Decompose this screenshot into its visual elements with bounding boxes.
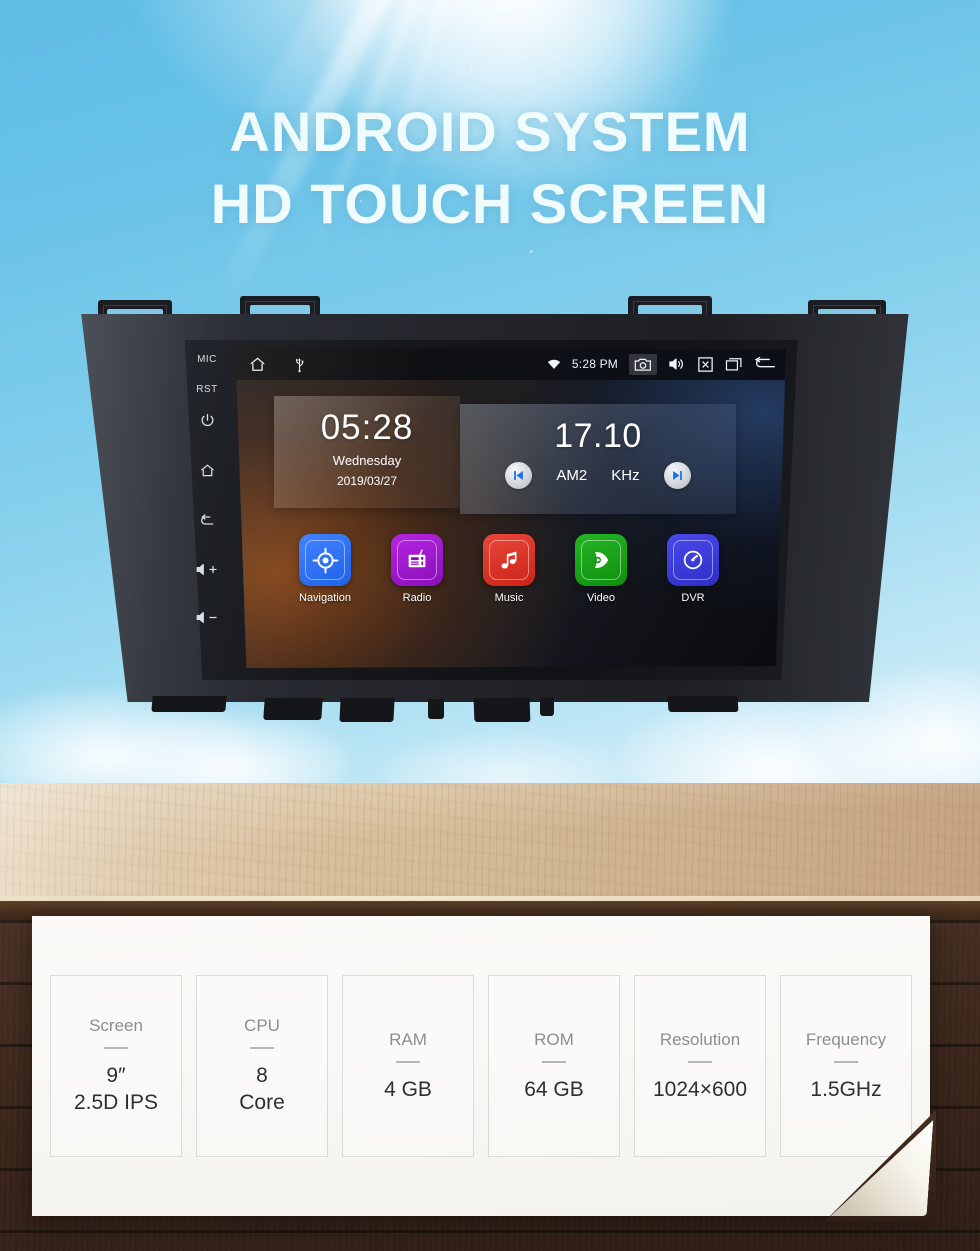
radio-glyph — [408, 549, 426, 568]
close-icon[interactable] — [697, 356, 714, 373]
spec-card-screen: Screen 9″ 2.5D IPS — [50, 975, 182, 1157]
app-video[interactable]: Video — [573, 534, 629, 604]
android-status-bar: 5:28 PM — [235, 348, 786, 380]
next-track-button[interactable] — [663, 462, 691, 489]
mounting-tab — [428, 699, 444, 719]
side-key-volume-up[interactable] — [184, 562, 230, 577]
app-label: Video — [587, 592, 615, 604]
cloud — [380, 735, 630, 790]
headline-line-1: ANDROID SYSTEM — [229, 100, 751, 163]
spec-divider — [542, 1060, 566, 1063]
spec-value: 9″ 2.5D IPS — [73, 1064, 159, 1114]
spec-value: 8 Core — [239, 1064, 285, 1114]
spec-list: Screen 9″ 2.5D IPS CPU 8 Core RAM 4 GB ROM… — [32, 916, 930, 1216]
side-key-power[interactable] — [184, 412, 230, 429]
app-dvr[interactable]: DVR — [665, 534, 721, 604]
mounting-tab — [540, 698, 554, 716]
spec-label: ROM — [534, 1029, 574, 1049]
wooden-shelf — [0, 783, 980, 920]
spec-card-ram: RAM 4 GB — [342, 975, 474, 1157]
side-key-reset[interactable]: RST — [184, 384, 230, 395]
radio-band: AM2 — [556, 467, 588, 484]
volume-down-icon — [196, 611, 217, 624]
spec-divider — [250, 1047, 274, 1049]
spec-divider — [688, 1060, 712, 1063]
app-label: Navigation — [299, 592, 351, 604]
spec-card-rom: ROM 64 GB — [488, 975, 620, 1157]
headline-line-2: HD TOUCH SCREEN — [210, 172, 770, 235]
radio-frequency: 17.10 — [554, 417, 642, 455]
lcd-screen[interactable]: 5:28 PM 05:28 Wednesday 2019/03/27 17.10… — [235, 348, 786, 668]
prev-track-button[interactable] — [505, 462, 533, 489]
music-icon[interactable] — [483, 534, 535, 586]
camera-icon[interactable] — [629, 353, 657, 375]
spec-card-resolution: Resolution 1024×600 — [634, 975, 766, 1157]
video-play-glyph — [594, 551, 609, 569]
side-key-home[interactable] — [184, 462, 230, 479]
clock-widget[interactable]: 05:28 Wednesday 2019/03/27 — [274, 396, 460, 508]
mounting-tab — [339, 698, 395, 722]
navigation-icon[interactable] — [299, 534, 351, 586]
hero-headline: ANDROID SYSTEM HD TOUCH SCREEN — [0, 96, 980, 240]
mounting-tab — [263, 698, 323, 720]
side-key-mic[interactable]: MIC — [184, 354, 230, 365]
app-label: Music — [494, 592, 524, 604]
mounting-tab — [473, 698, 531, 722]
usb-icon[interactable] — [293, 356, 306, 373]
spec-value: 1024×600 — [652, 1077, 748, 1101]
clock-weekday: Wednesday — [332, 453, 402, 468]
app-label: DVR — [681, 592, 705, 604]
side-key-back[interactable] — [184, 512, 230, 529]
home-icon[interactable] — [248, 355, 267, 374]
spec-divider — [396, 1060, 420, 1063]
app-label: Radio — [402, 592, 432, 604]
status-bar-time: 5:28 PM — [571, 357, 618, 371]
spec-label: CPU — [244, 1016, 280, 1035]
volume-icon[interactable] — [668, 356, 686, 372]
dust-speck — [470, 70, 472, 72]
clock-time: 05:28 — [320, 408, 414, 447]
spec-value: 1.5GHz — [810, 1077, 882, 1101]
back-icon[interactable] — [754, 356, 776, 372]
spec-card-frequency: Frequency 1.5GHz — [780, 975, 912, 1157]
radio-widget[interactable]: 17.10 AM2 KHz — [460, 404, 736, 514]
clock-date: 2019/03/27 — [336, 474, 398, 488]
side-key-volume-down[interactable] — [184, 610, 230, 625]
spec-divider — [834, 1060, 858, 1063]
app-music[interactable]: Music — [481, 534, 537, 604]
music-note-glyph — [500, 551, 516, 568]
spec-card-cpu: CPU 8 Core — [196, 975, 328, 1157]
spec-paper-card: Screen 9″ 2.5D IPS CPU 8 Core RAM 4 GB ROM… — [32, 916, 936, 1222]
dvr-icon[interactable] — [667, 534, 719, 586]
dust-speck — [530, 250, 533, 253]
app-navigation[interactable]: Navigation — [297, 534, 353, 604]
spec-label: Screen — [89, 1016, 143, 1035]
radio-unit: KHz — [611, 467, 640, 484]
video-icon[interactable] — [575, 534, 627, 586]
power-icon — [201, 413, 213, 427]
spec-divider — [104, 1047, 128, 1049]
head-unit-product: MIC RST 5:28 PM 05:28 Wednesday 2019/03/… — [64, 296, 924, 722]
radio-icon[interactable] — [391, 534, 443, 586]
prev-track-icon — [514, 470, 524, 481]
app-dock: Navigation Radio Music Video DVR — [235, 534, 786, 604]
mounting-tab — [151, 696, 227, 712]
spec-value: 64 GB — [524, 1077, 584, 1101]
home-icon — [200, 464, 214, 477]
app-radio[interactable]: Radio — [389, 534, 445, 604]
spec-label: Frequency — [805, 1029, 887, 1049]
side-key-strip: MIC RST — [184, 348, 230, 648]
wifi-icon — [547, 359, 561, 370]
next-track-icon — [672, 470, 682, 481]
spec-value: 4 GB — [384, 1077, 432, 1101]
hero-section: ANDROID SYSTEM HD TOUCH SCREEN MIC RST 5… — [0, 0, 980, 790]
spec-label: Resolution — [659, 1029, 741, 1049]
wifi-glyph — [547, 359, 561, 369]
shelf-surface — [0, 783, 980, 900]
volume-up-icon — [196, 563, 217, 576]
back-icon — [201, 514, 214, 525]
recents-icon[interactable] — [725, 356, 743, 372]
mounting-tab — [667, 696, 739, 712]
spec-label: RAM — [389, 1029, 427, 1049]
